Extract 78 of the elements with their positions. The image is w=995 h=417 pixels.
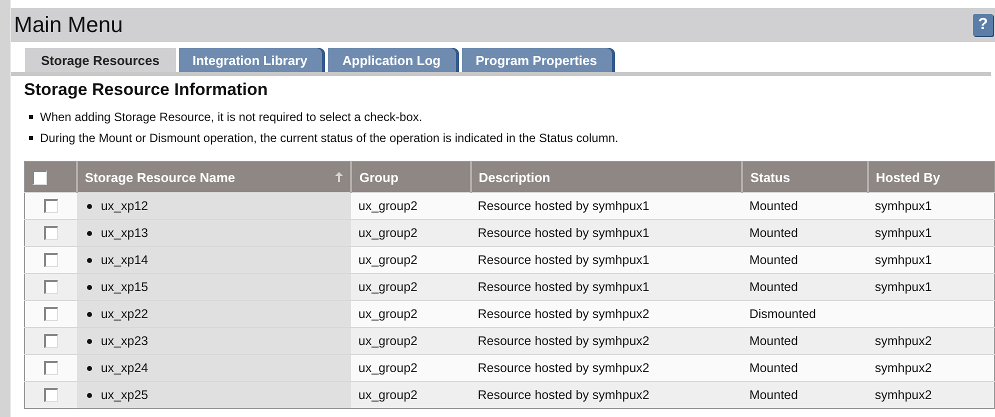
table-cell: ux_group2 xyxy=(351,300,471,328)
table-cell: Mounted xyxy=(742,354,868,382)
table-cell: symhpux2 xyxy=(868,382,994,408)
table-cell: symhpux2 xyxy=(868,328,994,354)
row-checkbox[interactable] xyxy=(44,226,58,240)
table-cell: ux_group2 xyxy=(351,274,471,300)
table-cell: symhpux1 xyxy=(868,274,994,300)
table-cell: Resource hosted by symhpux2 xyxy=(470,354,742,382)
row-checkbox[interactable] xyxy=(44,253,58,268)
bullet-icon xyxy=(86,284,92,290)
table-cell: Resource hosted by symhpux1 xyxy=(470,246,742,274)
resource-name: ux_xp23 xyxy=(100,334,148,348)
resource-name: ux_xp13 xyxy=(100,226,148,240)
table-cell: Mounted xyxy=(742,274,868,300)
column-header[interactable]: Description xyxy=(470,162,742,192)
resource-name: ux_xp25 xyxy=(100,388,148,402)
row-checkbox[interactable] xyxy=(44,307,58,322)
tab[interactable]: Program Properties xyxy=(462,48,615,72)
table-cell: Resource hosted by symhpux1 xyxy=(470,192,742,220)
row-checkbox[interactable] xyxy=(44,361,58,376)
table-cell: ux_group2 xyxy=(351,328,471,354)
bullet-icon xyxy=(86,338,92,344)
table-cell: symhpux2 xyxy=(868,354,994,382)
bullet-icon xyxy=(29,136,33,140)
table-cell: Mounted xyxy=(742,328,868,354)
bullet-icon xyxy=(86,312,92,316)
column-label: Status xyxy=(750,170,790,184)
help-button[interactable]: ? xyxy=(973,14,993,36)
table-cell: symhpux1 xyxy=(868,246,994,274)
resource-name: ux_xp14 xyxy=(100,253,148,267)
bullet-icon xyxy=(86,366,92,370)
table-cell: ux_group2 xyxy=(351,192,471,220)
row-checkbox[interactable] xyxy=(44,199,58,214)
table-cell: ux_group2 xyxy=(351,220,471,246)
table-cell: Resource hosted by symhpux2 xyxy=(470,382,742,408)
column-header[interactable]: Hosted By xyxy=(868,162,994,192)
tab[interactable]: Integration Library xyxy=(178,48,326,72)
table-cell: symhpux1 xyxy=(868,192,994,220)
bullet-icon xyxy=(86,392,92,398)
table-cell: Resource hosted by symhpux1 xyxy=(470,220,742,246)
table-cell: Mounted xyxy=(742,246,868,274)
resource-name: ux_xp22 xyxy=(100,307,148,321)
column-label: Hosted By xyxy=(876,170,940,184)
tab[interactable]: Application Log xyxy=(328,48,459,72)
bullet-icon xyxy=(86,204,92,208)
note-text: During the Mount or Dismount operation, the current status of the operation is indicated in the Status column. xyxy=(40,130,618,144)
tab[interactable]: Storage Resources xyxy=(25,48,176,72)
table-cell: ux_group2 xyxy=(351,354,471,382)
table-cell: symhpux1 xyxy=(868,220,994,246)
table-cell: Mounted xyxy=(742,220,868,246)
resource-name: ux_xp24 xyxy=(100,361,148,375)
bullet-icon xyxy=(86,258,92,262)
resource-name: ux_xp12 xyxy=(100,199,148,213)
window-title: Main Menu xyxy=(14,12,123,38)
resource-name: ux_xp15 xyxy=(100,280,148,294)
table-cell: ux_group2 xyxy=(351,246,471,274)
table-cell: Mounted xyxy=(742,382,868,408)
note-text: When adding Storage Resource, it is not required to select a check-box. xyxy=(40,110,422,124)
column-label: Storage Resource Name xyxy=(84,170,236,184)
table-cell: ux_group2 xyxy=(351,382,471,408)
table-cell: Resource hosted by symhpux1 xyxy=(470,274,742,300)
column-header[interactable]: Group xyxy=(351,162,471,192)
column-label: Description xyxy=(478,170,550,184)
column-header[interactable]: Storage Resource Name xyxy=(76,162,352,192)
row-checkbox[interactable] xyxy=(44,280,58,294)
section-title: Storage Resource Information xyxy=(24,80,269,100)
bullet-icon xyxy=(86,230,92,236)
column-header[interactable]: Status xyxy=(742,162,868,192)
table-cell: Dismounted xyxy=(742,300,868,328)
column-label: Group xyxy=(359,170,398,184)
table-cell: Mounted xyxy=(742,192,868,220)
sort-arrow-icon[interactable] xyxy=(335,172,344,182)
select-all-checkbox[interactable] xyxy=(32,170,47,186)
row-checkbox[interactable] xyxy=(44,388,58,402)
table-cell: Resource hosted by symhpux2 xyxy=(470,328,742,354)
bullet-icon xyxy=(29,114,33,118)
table-cell: Resource hosted by symhpux2 xyxy=(470,300,742,328)
row-checkbox[interactable] xyxy=(44,334,58,348)
